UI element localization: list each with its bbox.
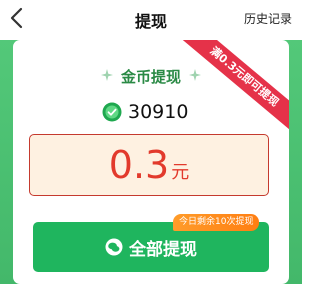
remaining-count-badge: 今日剩余10次提现	[173, 214, 260, 231]
history-link[interactable]: 历史记录	[244, 10, 292, 27]
coin-balance: 30910	[128, 101, 189, 123]
withdraw-all-label: 全部提现	[129, 239, 197, 259]
amount-value: 0.3	[108, 143, 170, 187]
amount-option[interactable]: 0.3 元	[29, 134, 269, 196]
amount-unit: 元	[171, 162, 190, 183]
coin-balance-row: 30910	[102, 100, 188, 124]
min-amount-ribbon: 满0.3元即可提现	[171, 40, 289, 141]
section-title: 金币提现	[120, 68, 181, 86]
navbar: 提现 历史记录	[0, 0, 302, 40]
withdraw-card: 满0.3元即可提现 金币提现 30910 0.3 元 全部提现 今日剩余10次提…	[13, 40, 289, 284]
coin-icon	[102, 102, 122, 122]
sparkle-icon	[189, 69, 201, 81]
wechat-icon	[105, 238, 123, 256]
